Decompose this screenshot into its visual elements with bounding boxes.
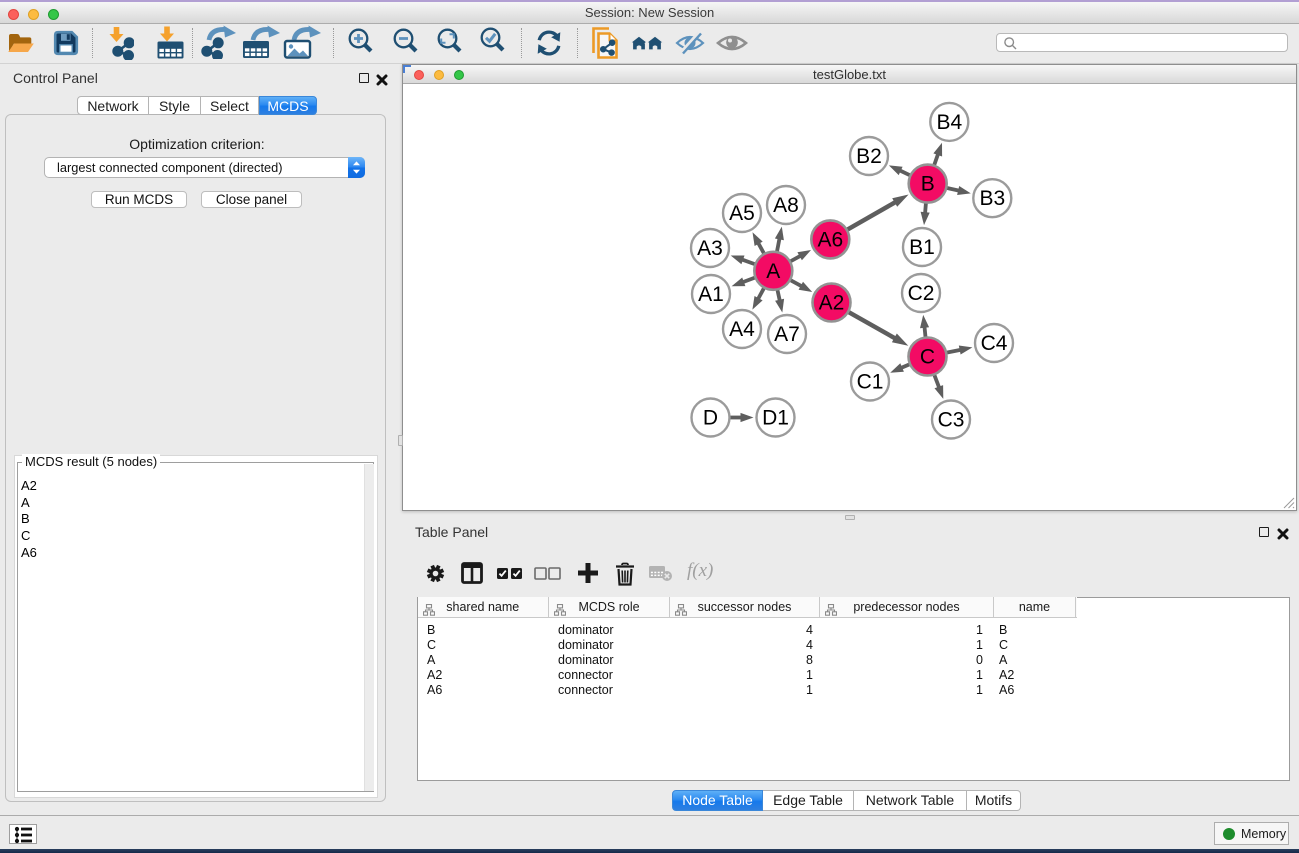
svg-text:D: D [703, 407, 718, 430]
svg-text:B1: B1 [909, 236, 935, 259]
svg-text:D1: D1 [762, 407, 789, 430]
svg-text:A8: A8 [773, 194, 799, 217]
svg-text:C4: C4 [981, 332, 1008, 355]
svg-text:B: B [921, 173, 935, 196]
svg-text:A2: A2 [819, 292, 845, 315]
svg-text:A4: A4 [729, 318, 755, 341]
svg-text:A: A [766, 260, 780, 283]
svg-text:B4: B4 [936, 111, 962, 134]
svg-text:A3: A3 [697, 237, 723, 260]
svg-text:B2: B2 [856, 145, 882, 168]
svg-text:B3: B3 [979, 187, 1005, 210]
svg-text:C3: C3 [938, 409, 965, 432]
svg-text:A5: A5 [729, 202, 755, 225]
svg-text:A1: A1 [698, 283, 724, 306]
svg-text:A7: A7 [774, 323, 800, 346]
svg-text:C2: C2 [908, 282, 935, 305]
svg-text:C: C [920, 346, 935, 369]
svg-text:A6: A6 [817, 228, 843, 251]
svg-text:C1: C1 [857, 371, 884, 394]
